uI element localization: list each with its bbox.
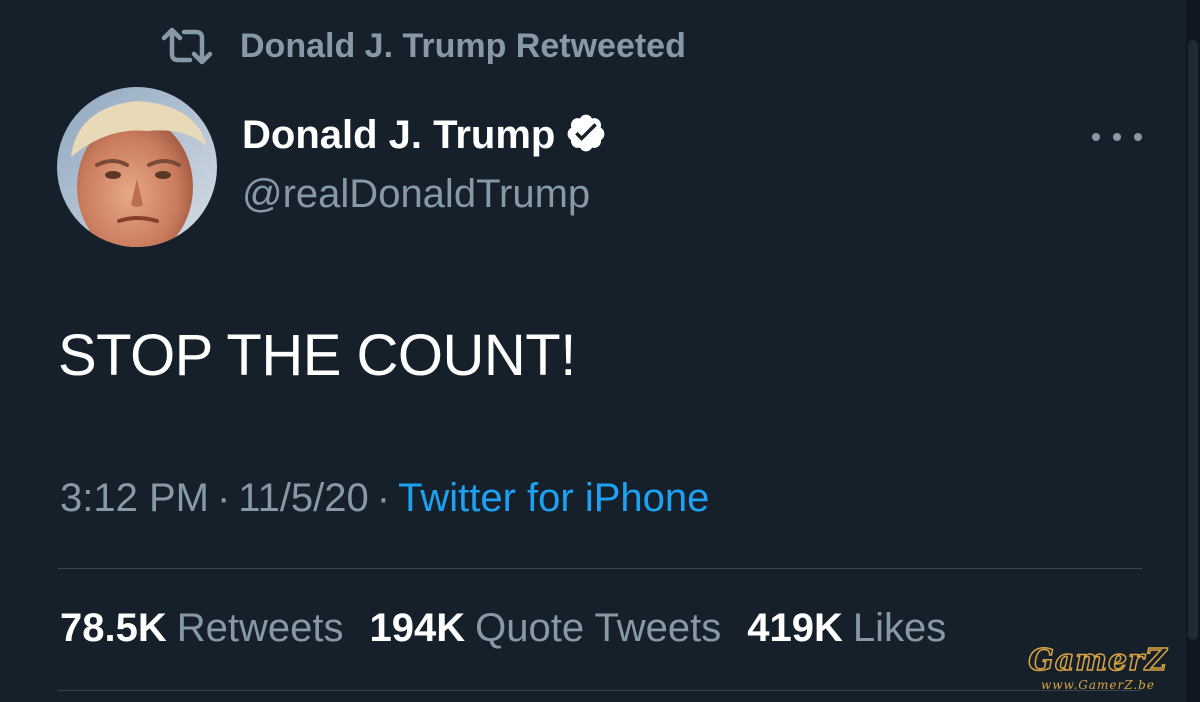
- divider: [58, 568, 1142, 569]
- tweet-date[interactable]: 11/5/20: [238, 476, 369, 520]
- watermark-logo: GamerZ: [1027, 643, 1168, 679]
- author-name[interactable]: Donald J. Trump: [242, 113, 555, 158]
- tweet-stats: 78.5K Retweets 194K Quote Tweets 419K Likes: [60, 606, 946, 651]
- likes-stat[interactable]: 419K Likes: [747, 606, 946, 651]
- retweets-count: 78.5K: [60, 606, 167, 650]
- tweet-text: STOP THE COUNT!: [58, 323, 576, 388]
- scrollbar-thumb[interactable]: [1188, 40, 1198, 640]
- likes-label: Likes: [852, 606, 947, 650]
- likes-count: 419K: [747, 606, 843, 650]
- author-name-row[interactable]: Donald J. Trump: [242, 112, 607, 159]
- verified-badge-icon: [565, 112, 607, 159]
- retweet-icon: [160, 26, 214, 66]
- retweets-label: Retweets: [176, 606, 344, 650]
- scrollbar[interactable]: [1186, 0, 1200, 702]
- more-options-icon[interactable]: [1092, 120, 1142, 154]
- retweet-context[interactable]: Donald J. Trump Retweeted: [160, 24, 686, 68]
- watermark-url: www.GamerZ.be: [1041, 678, 1155, 692]
- author-handle[interactable]: @realDonaldTrump: [242, 172, 590, 217]
- separator: ·: [216, 476, 231, 520]
- quote-tweets-label: Quote Tweets: [475, 606, 722, 650]
- avatar[interactable]: [57, 87, 217, 247]
- quote-tweets-stat[interactable]: 194K Quote Tweets: [370, 606, 722, 651]
- tweet-time[interactable]: 3:12 PM: [60, 476, 209, 520]
- retweet-context-label: Donald J. Trump Retweeted: [240, 26, 686, 65]
- tweet-source-link[interactable]: Twitter for iPhone: [398, 476, 709, 520]
- retweets-stat[interactable]: 78.5K Retweets: [60, 606, 344, 651]
- divider: [58, 690, 1142, 691]
- quote-tweets-count: 194K: [369, 606, 466, 650]
- profile-photo: [57, 87, 217, 247]
- watermark: GamerZ www.GamerZ.be: [1008, 643, 1188, 692]
- separator: ·: [376, 476, 391, 520]
- tweet-metadata: 3:12 PM · 11/5/20 · Twitter for iPhone: [60, 476, 709, 521]
